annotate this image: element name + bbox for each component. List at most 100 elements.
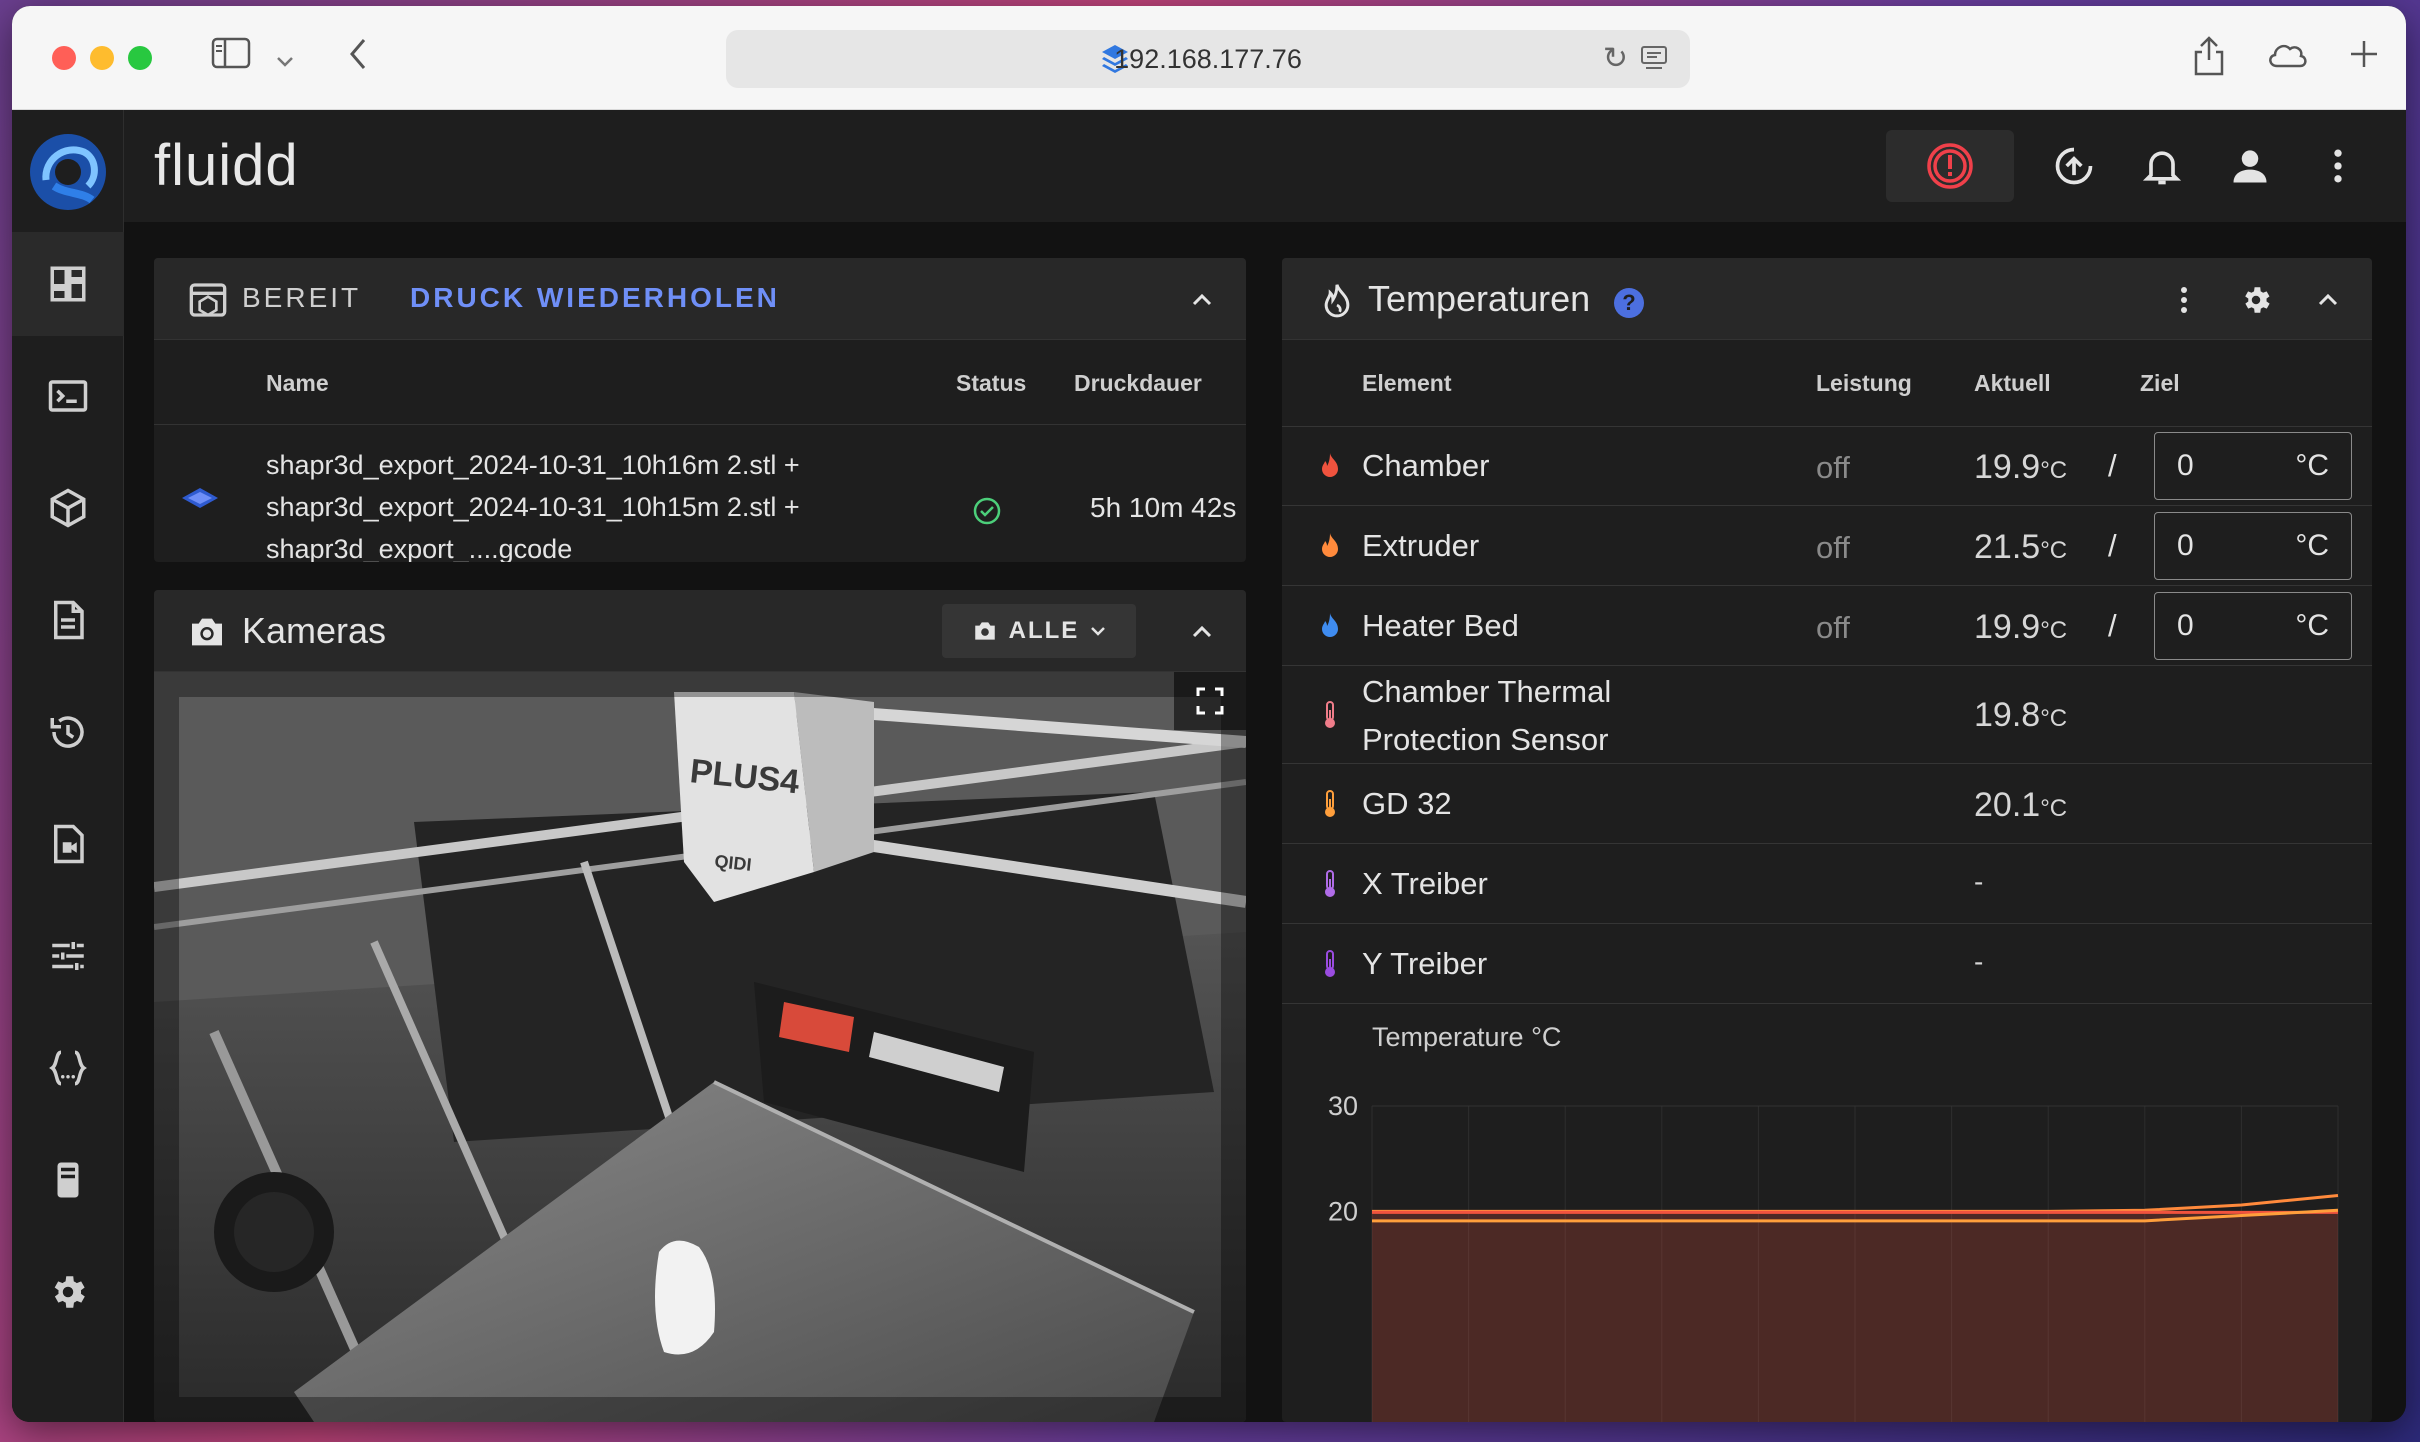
nav-configuration[interactable]	[12, 1016, 124, 1120]
temp-row-name: GD 32	[1362, 786, 1452, 821]
icloud-icon[interactable]	[2262, 36, 2312, 80]
more-vertical-icon	[2334, 149, 2342, 183]
fluidd-logo-icon[interactable]	[26, 130, 110, 214]
temp-unit: °C	[2040, 457, 2068, 484]
nav-jobs[interactable]	[12, 568, 124, 672]
temp-unit: °C	[2040, 705, 2068, 732]
nav-tune[interactable]	[12, 904, 124, 1008]
settings-icon	[54, 1276, 85, 1308]
temp-row-heater-bed: Heater Bed off 19.9°C / 0 °C	[1282, 586, 2372, 666]
history-icon	[50, 716, 84, 748]
chart-series-area	[1372, 1212, 2338, 1422]
printer-icon	[189, 283, 227, 317]
job-filename-line: shapr3d_export_2024-10-31_10h16m 2.stl +	[266, 450, 800, 480]
camera-title: Kameras	[242, 610, 387, 651]
device-icon	[57, 1162, 79, 1198]
print-status-card: BEREIT DRUCK WIEDERHOLEN Name Status Dru…	[154, 258, 1246, 562]
reader-icon[interactable]	[1640, 44, 1668, 72]
files-icon	[54, 600, 84, 640]
close-window-button[interactable]	[52, 46, 76, 70]
collapse-temperature-button[interactable]	[2308, 280, 2348, 320]
reload-icon[interactable]: ↻	[1603, 41, 1628, 76]
more-vertical-icon	[2181, 287, 2187, 313]
minimize-window-button[interactable]	[90, 46, 114, 70]
chevron-down-icon[interactable]	[270, 36, 300, 80]
collapse-camera-button[interactable]	[1182, 612, 1222, 652]
nav-timelapse[interactable]	[12, 792, 124, 896]
nav-settings[interactable]	[12, 1240, 124, 1344]
target-value: 0	[2177, 529, 2194, 562]
printer-state-label: BEREIT	[242, 282, 362, 313]
job-duration: 5h 10m 42s	[1090, 492, 1237, 523]
temp-current-value: 19.9	[1974, 608, 2041, 646]
emergency-stop-icon	[1927, 143, 1973, 189]
chart-tick-label: 30	[1328, 1091, 1358, 1121]
nav-dashboard[interactable]	[12, 232, 124, 336]
temp-row-current: 20.1°C	[1974, 786, 2067, 825]
nav-console[interactable]	[12, 344, 124, 448]
heater-flame-icon	[1322, 453, 1338, 477]
temperature-menu-button[interactable]	[2164, 280, 2204, 320]
nav-history[interactable]	[12, 680, 124, 784]
target-unit: °C	[2295, 529, 2329, 562]
nav-sidebar	[12, 110, 124, 1422]
temp-row-chamber: Chamber off 19.9°C / 0 °C	[1282, 426, 2372, 506]
thermometer-icon	[1325, 950, 1335, 977]
notifications-button[interactable]	[2132, 136, 2192, 196]
target-unit: °C	[2295, 449, 2329, 482]
collapse-status-button[interactable]	[1182, 280, 1222, 320]
temp-row-current: -	[1974, 866, 1984, 897]
toolhead-maker-label: QIDI	[714, 851, 753, 875]
heater-flame-icon	[1322, 533, 1338, 557]
temp-unit: °C	[2040, 537, 2068, 564]
temperature-card: Temperaturen ? Element Leistung Aktuell …	[1282, 258, 2372, 1422]
share-icon[interactable]	[2186, 36, 2232, 80]
address-bar[interactable]: 192.168.177.76 ↻	[726, 30, 1690, 88]
more-menu-button[interactable]	[2308, 136, 2368, 196]
camera-icon	[974, 622, 995, 640]
new-tab-icon[interactable]	[2342, 36, 2386, 80]
gear-icon	[2245, 287, 2270, 313]
fullscreen-button[interactable]	[1174, 672, 1246, 730]
upload-print-button[interactable]	[2044, 136, 2104, 196]
zoom-window-button[interactable]	[128, 46, 152, 70]
code-icon	[49, 1050, 87, 1086]
temp-current-value: 21.5	[1974, 528, 2041, 566]
nav-system[interactable]	[12, 1128, 124, 1232]
temp-row-name-line: Protection Sensor	[1362, 722, 1609, 757]
temp-column-target: Ziel	[2140, 370, 2180, 396]
temperature-chart[interactable]: 30 20	[1282, 1058, 2372, 1422]
extruder-target-input[interactable]: 0 °C	[2154, 512, 2352, 580]
temp-row-name: Extruder	[1362, 528, 1480, 563]
user-button[interactable]	[2220, 136, 2280, 196]
console-icon	[48, 380, 88, 412]
reprint-button[interactable]: DRUCK WIEDERHOLEN	[410, 282, 780, 314]
temp-row-name: Y Treiber	[1362, 946, 1488, 981]
temp-current-value: 19.9	[1974, 448, 2041, 486]
temp-row-current: 21.5°C	[1974, 528, 2067, 567]
temp-row-current: 19.9°C	[1974, 448, 2067, 487]
chamber-target-input[interactable]: 0 °C	[2154, 432, 2352, 500]
temp-row-chamber-thermal-sensor: Chamber Thermal Protection Sensor 19.8°C	[1282, 666, 2372, 764]
temp-row-name-line: Chamber Thermal	[1362, 674, 1612, 709]
target-value: 0	[2177, 609, 2194, 642]
heater-bed-target-input[interactable]: 0 °C	[2154, 592, 2352, 660]
temp-slash: /	[2108, 448, 2117, 483]
camera-select-label: ALLE	[1008, 617, 1080, 644]
temp-row-name: Heater Bed	[1362, 608, 1519, 643]
heater-flame-icon	[1322, 613, 1338, 637]
back-icon[interactable]	[338, 36, 378, 80]
help-icon[interactable]: ?	[1614, 288, 1644, 318]
camera-header: Kameras ALLE	[154, 590, 1246, 672]
temperature-settings-button[interactable]	[2236, 280, 2276, 320]
url-text: 192.168.177.76	[1114, 44, 1302, 74]
temp-row-power: off	[1816, 610, 1850, 645]
sidebar-toggle-icon[interactable]	[206, 36, 256, 80]
camera-select[interactable]: ALLE	[942, 604, 1136, 658]
emergency-stop-button[interactable]	[1886, 130, 2014, 202]
temp-row-current: 19.9°C	[1974, 608, 2067, 647]
camera-stream[interactable]: PLUS4 QIDI	[154, 672, 1246, 1422]
nav-bed-mesh[interactable]	[12, 456, 124, 560]
temp-row-name: Chamber	[1362, 448, 1490, 483]
temp-unit: °C	[2040, 795, 2068, 822]
